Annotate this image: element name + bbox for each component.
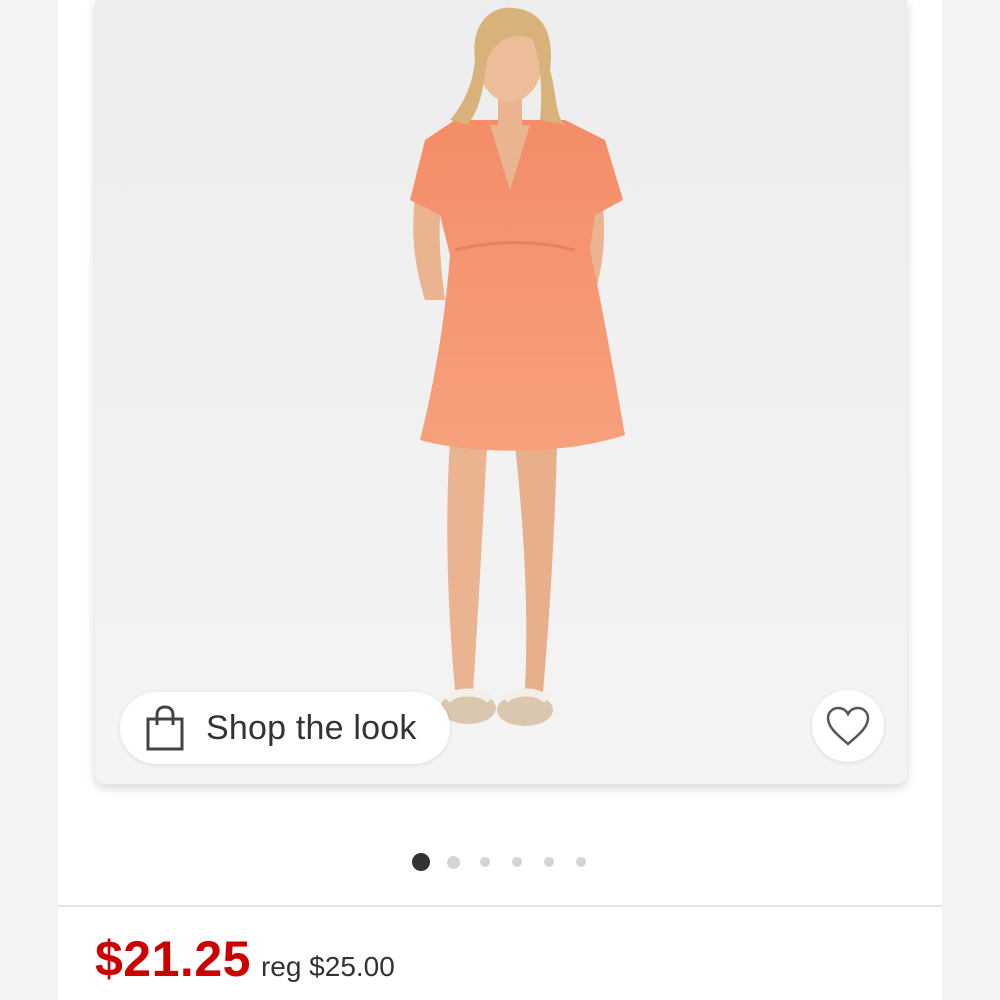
heart-outline-icon [826,706,870,746]
section-divider [58,905,942,907]
sale-price: $21.25 [95,931,251,987]
carousel-pagination [0,852,1000,872]
carousel-dot-2[interactable] [447,856,460,869]
carousel-dot-1[interactable] [412,853,430,871]
carousel-dot-5[interactable] [544,857,554,867]
product-image-carousel[interactable]: Shop the look [95,0,907,784]
favorite-button[interactable] [812,690,884,762]
carousel-dot-6[interactable] [576,857,586,867]
shopping-bag-icon [146,705,184,751]
price-block: $21.25 reg $25.00 [95,930,395,990]
carousel-dot-3[interactable] [480,857,490,867]
product-photo [95,0,907,784]
carousel-dot-4[interactable] [512,857,522,867]
regular-price: reg $25.00 [260,951,395,982]
shop-the-look-label: Shop the look [206,708,417,747]
shop-the-look-button[interactable]: Shop the look [120,692,450,764]
